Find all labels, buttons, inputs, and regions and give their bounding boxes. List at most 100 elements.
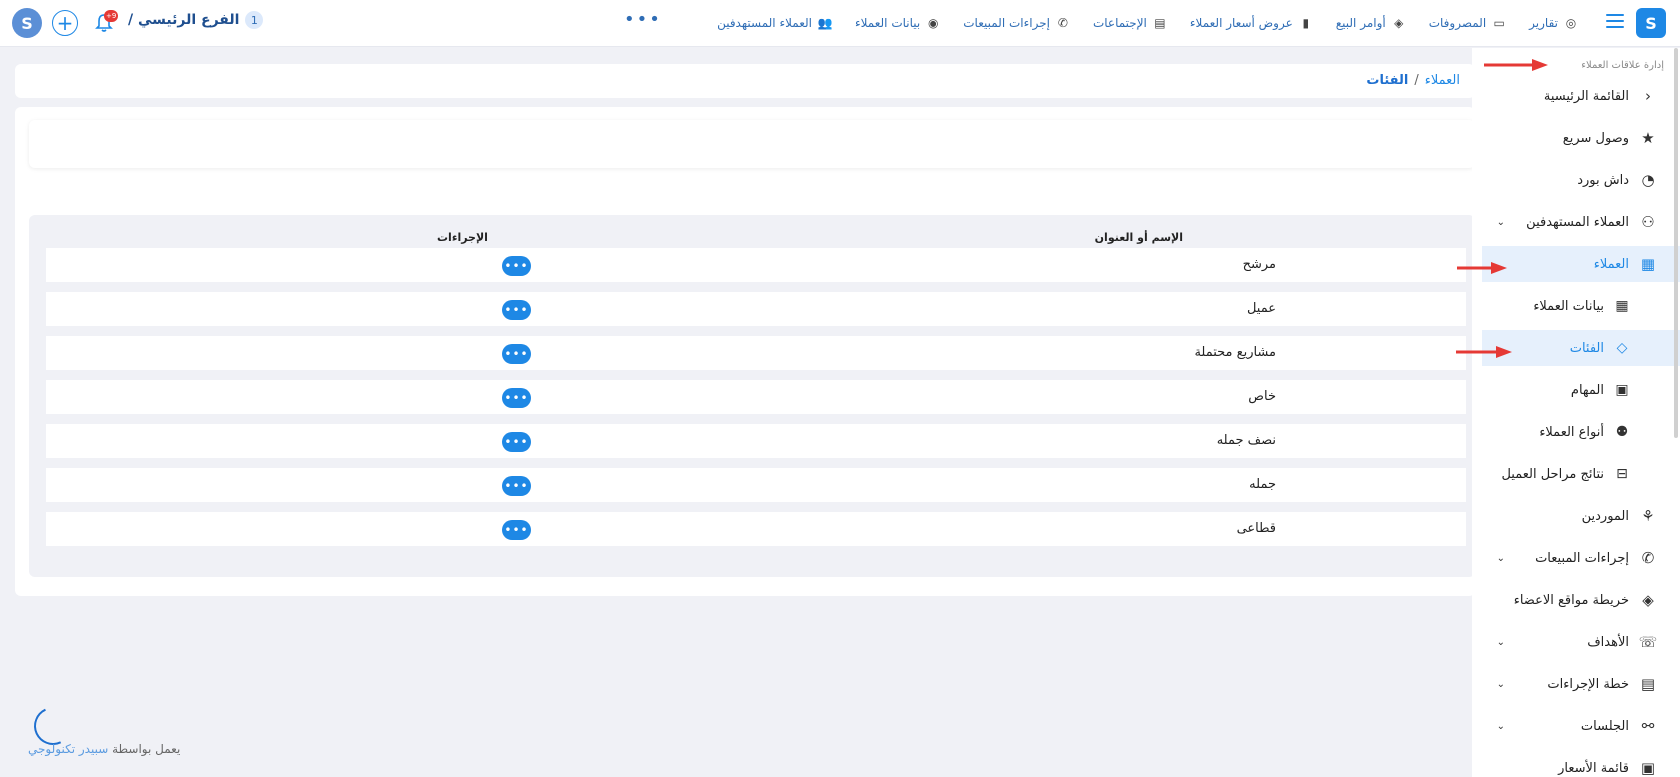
branch-selector[interactable]: 1 الفرع الرئيسي / — [128, 11, 264, 29]
meetings-icon: ▤ — [1154, 16, 1166, 30]
sidebar-item-quick-access[interactable]: ★ وصول سريع — [1482, 120, 1680, 156]
sidebar-item-label: الموردين — [1581, 508, 1629, 524]
sidebar-item-label: خريطة مواقع الاعضاء — [1513, 592, 1629, 608]
row-name: مرشح — [1242, 257, 1276, 272]
stages-icon: ⊟ — [1616, 466, 1628, 482]
nav-meetings[interactable]: ▤ الإجتماعات — [1082, 12, 1179, 34]
phone-icon: ✆ — [1641, 549, 1655, 567]
building-icon: ▦ — [1640, 255, 1656, 273]
row-actions-button[interactable]: ••• — [502, 388, 531, 408]
row-name: قطاعى — [1236, 521, 1276, 536]
row-actions-button[interactable]: ••• — [502, 520, 531, 540]
sidebar-item-label: خطة الإجراءات — [1547, 676, 1629, 692]
top-bar: S 👥 العملاء المستهدفين ◉ بيانات العملاء ✆ إ… — [0, 0, 1680, 47]
star-icon: ★ — [1641, 129, 1655, 147]
nav-sales-orders[interactable]: ◈ أوامر البيع — [1325, 12, 1418, 34]
chevron-down-icon: ⌄ — [1496, 636, 1505, 648]
header-actions: الإجراءات — [437, 231, 488, 244]
sidebar-item-label: القائمة الرئيسية — [1543, 88, 1629, 104]
sidebar-item-dashboard[interactable]: ◔ داش بورد — [1482, 162, 1680, 198]
sidebar-item-label: إجراءات المبيعات — [1535, 550, 1629, 566]
sidebar-item-label: الفئات — [1569, 340, 1604, 356]
table-row: مشاريع محتملة ••• — [46, 336, 1466, 370]
sidebar-item-customers[interactable]: ▦ العملاء — [1482, 246, 1680, 282]
sidebar-item-label: بيانات العملاء — [1533, 298, 1604, 314]
branch-name: الفرع الرئيسي / — [128, 12, 240, 28]
categories-table: الإسم أو العنوان الإجراءات مرشح ••• عميل •… — [29, 215, 1475, 577]
sidebar-item-label: العملاء المستهدفين — [1526, 214, 1629, 230]
breadcrumb-parent[interactable]: العملاء — [1425, 73, 1460, 88]
location-icon: ◈ — [1642, 591, 1654, 609]
nav-label: تقارير — [1529, 16, 1558, 30]
filter-panel[interactable] — [29, 120, 1475, 168]
main-card: الإسم أو العنوان الإجراءات مرشح ••• عميل •… — [15, 107, 1475, 596]
nav-expenses[interactable]: ▭ المصروفات — [1418, 12, 1518, 34]
row-name: مشاريع محتملة — [1194, 345, 1276, 360]
table-row: مرشح ••• — [46, 248, 1466, 282]
user-avatar[interactable]: S — [12, 8, 42, 38]
tag-icon: ◇ — [1616, 340, 1628, 356]
row-actions-button[interactable]: ••• — [502, 256, 531, 276]
nav-label: المصروفات — [1428, 16, 1487, 30]
notification-badge: +9 — [104, 10, 119, 22]
sidebar-title: إدارة علاقات العملاء — [1581, 60, 1664, 71]
sidebar-item-customer-data[interactable]: ▦ بيانات العملاء — [1482, 288, 1680, 324]
sidebar-item-tasks[interactable]: ▣ المهام — [1482, 372, 1680, 408]
row-name: نصف جمله — [1216, 433, 1276, 448]
sidebar-item-customer-types[interactable]: ⚉ أنواع العملاء — [1482, 414, 1680, 450]
sidebar-item-label: المهام — [1570, 382, 1604, 398]
nav-customer-data[interactable]: ◉ بيانات العملاء — [844, 12, 952, 34]
nav-label: إجراءات المبيعات — [963, 16, 1050, 30]
sidebar-item-sessions[interactable]: ⚯ الجلسات ⌄ — [1482, 708, 1680, 744]
chevron-down-icon: ⌄ — [1496, 216, 1505, 228]
clipboard-icon: ▣ — [1615, 382, 1629, 398]
nav-sales-actions[interactable]: ✆ إجراءات المبيعات — [952, 12, 1082, 34]
reports-icon: ◎ — [1565, 16, 1577, 30]
chevron-left-icon: ‹ — [1645, 87, 1651, 105]
nav-label: العملاء المستهدفين — [717, 16, 812, 30]
table-row: نصف جمله ••• — [46, 424, 1466, 458]
sidebar-item-target-customers[interactable]: ⚇ العملاء المستهدفين ⌄ — [1482, 204, 1680, 240]
nav-target-customers[interactable]: 👥 العملاء المستهدفين — [706, 12, 844, 34]
sidebar-item-main-menu[interactable]: ‹ القائمة الرئيسية — [1482, 78, 1680, 114]
phone-icon: ✆ — [1057, 16, 1068, 30]
sidebar-item-goals[interactable]: ☏ الأهداف ⌄ — [1482, 624, 1680, 660]
table-row: خاص ••• — [46, 380, 1466, 414]
add-button[interactable]: + — [52, 10, 78, 36]
sidebar-item-action-plan[interactable]: ▤ خطة الإجراءات ⌄ — [1482, 666, 1680, 702]
footer-company-link[interactable]: سبيدر تكنولوجي — [28, 742, 108, 756]
breadcrumb-current: الفئات — [1366, 73, 1409, 88]
table-row: جمله ••• — [46, 468, 1466, 502]
sidebar-item-price-list[interactable]: ▣ قائمة الأسعار — [1482, 750, 1680, 777]
row-actions-button[interactable]: ••• — [502, 432, 531, 452]
app-logo[interactable]: S — [1636, 8, 1666, 38]
more-icon[interactable]: ••• — [624, 11, 662, 29]
sidebar-item-label: قائمة الأسعار — [1558, 760, 1629, 776]
price-list-icon: ▣ — [1640, 759, 1656, 777]
customer-data-icon: ◉ — [928, 16, 939, 30]
breadcrumb-separator: / — [1414, 73, 1419, 88]
nav-quotes[interactable]: ▮ عروض أسعار العملاء — [1179, 12, 1325, 34]
suppliers-icon: ⚘ — [1641, 507, 1655, 525]
row-actions-button[interactable]: ••• — [502, 344, 531, 364]
sidebar-item-label: الأهداف — [1587, 634, 1629, 650]
nav-label: أوامر البيع — [1335, 16, 1386, 30]
sidebar-item-stage-results[interactable]: ⊟ نتائج مراحل العميل — [1482, 456, 1680, 492]
menu-icon[interactable] — [1606, 14, 1624, 30]
sidebar-item-sales-actions[interactable]: ✆ إجراءات المبيعات ⌄ — [1482, 540, 1680, 576]
sidebar-item-members-map[interactable]: ◈ خريطة مواقع الاعضاء — [1482, 582, 1680, 618]
row-actions-button[interactable]: ••• — [502, 476, 531, 496]
sidebar-item-suppliers[interactable]: ⚘ الموردين — [1482, 498, 1680, 534]
row-name: خاص — [1248, 389, 1276, 404]
money-bag-icon: ◈ — [1394, 16, 1404, 30]
dashboard-icon: ◔ — [1641, 171, 1655, 189]
user-settings-icon: ⚉ — [1615, 424, 1629, 440]
row-actions-button[interactable]: ••• — [502, 300, 531, 320]
annotation-arrow-icon — [1484, 59, 1548, 71]
sidebar-item-label: نتائج مراحل العميل — [1501, 466, 1604, 482]
nav-reports[interactable]: ◎ تقارير — [1518, 12, 1590, 34]
sidebar-scrollbar[interactable] — [1674, 48, 1678, 438]
sidebar: إدارة علاقات العملاء ‹ القائمة الرئيسية ★… — [1472, 48, 1680, 777]
building-icon: ▦ — [1615, 298, 1629, 314]
sidebar-item-label: داش بورد — [1577, 172, 1629, 188]
